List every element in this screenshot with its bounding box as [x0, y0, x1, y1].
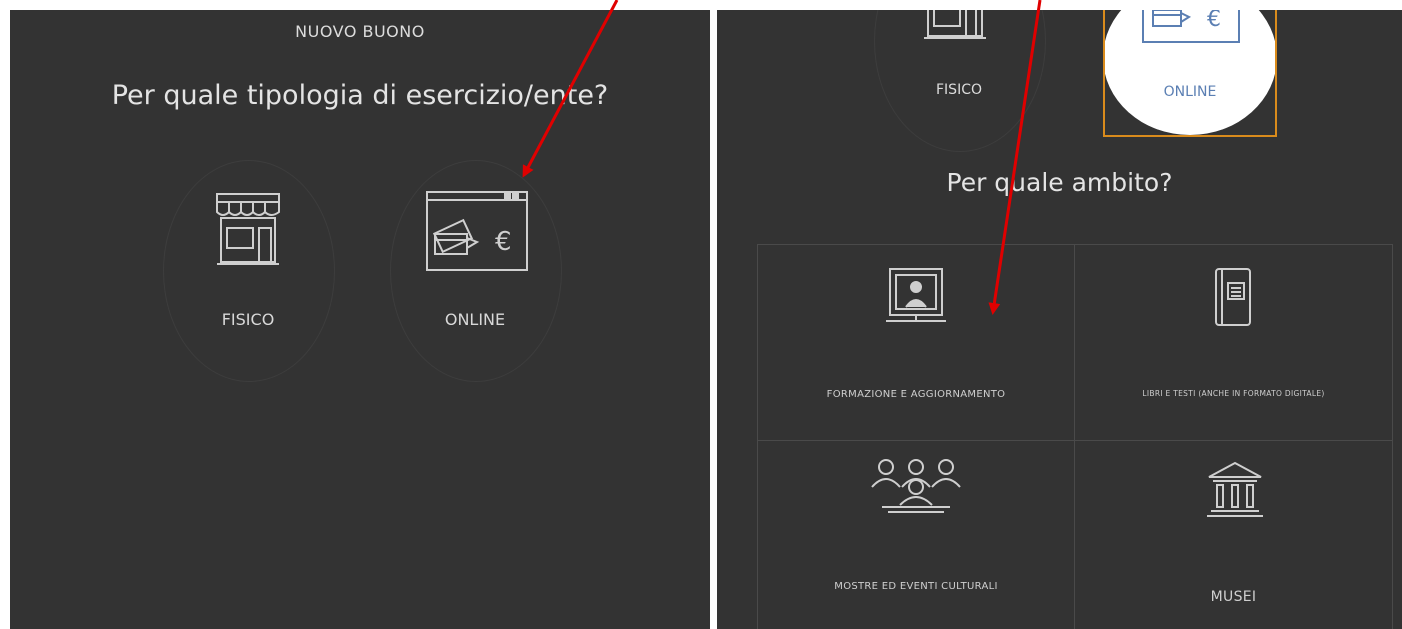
- audience-icon: [871, 459, 961, 513]
- category-mostre-button[interactable]: MOSTRE ED EVENTI CULTURALI: [758, 441, 1075, 629]
- scope-question: Per quale ambito?: [946, 168, 1173, 197]
- option-online-label: ONLINE: [1163, 84, 1217, 100]
- svg-text:€: €: [1207, 10, 1221, 32]
- teacher-monitor-icon: [886, 268, 946, 322]
- category-mostre-label: MOSTRE ED EVENTI CULTURALI: [834, 581, 998, 592]
- online-payment-icon: €: [1142, 10, 1240, 43]
- storefront-icon: [216, 193, 280, 265]
- category-libri-label: LIBRI E TESTI (ANCHE IN FORMATO DIGITALE…: [1142, 389, 1325, 398]
- category-musei-label: MUSEI: [1210, 589, 1257, 605]
- svg-text:€: €: [495, 227, 512, 257]
- page-title: NUOVO BUONO: [295, 22, 425, 41]
- category-formazione-button[interactable]: FORMAZIONE E AGGIORNAMENTO: [758, 245, 1075, 441]
- category-formazione-label: FORMAZIONE E AGGIORNAMENTO: [826, 389, 1006, 400]
- category-grid: FORMAZIONE E AGGIORNAMENTO LIBRI E TESTI…: [757, 244, 1393, 629]
- left-screen: NUOVO BUONO Per quale tipologia di eserc…: [10, 10, 710, 629]
- option-fisico-label: FISICO: [221, 310, 275, 329]
- category-musei-button[interactable]: MUSEI: [1075, 441, 1393, 629]
- book-icon: [1215, 268, 1251, 326]
- establishment-type-question: Per quale tipologia di esercizio/ente?: [111, 80, 609, 111]
- museum-icon: [1207, 461, 1263, 517]
- online-payment-icon: €: [426, 191, 528, 271]
- storefront-icon: [924, 10, 986, 39]
- option-online-label: ONLINE: [444, 310, 506, 329]
- right-screen: FISICO € ONLINE Per quale ambito? FORMAZ…: [717, 10, 1402, 629]
- option-fisico-label: FISICO: [936, 82, 982, 98]
- category-libri-button[interactable]: LIBRI E TESTI (ANCHE IN FORMATO DIGITALE…: [1075, 245, 1393, 441]
